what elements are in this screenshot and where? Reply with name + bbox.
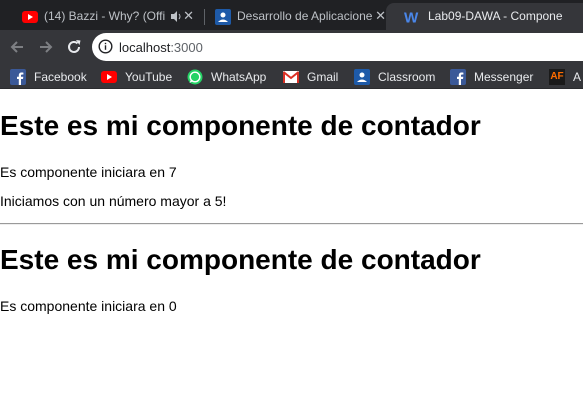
counter-start-text: Es componente iniciara en 7 xyxy=(0,164,177,180)
counter-start-text: Es componente iniciara en 0 xyxy=(0,298,177,314)
bookmark-youtube[interactable]: YouTube xyxy=(101,68,172,85)
tab-youtube[interactable]: (14) Bazzi - Why? (Offi ✕ xyxy=(0,3,203,30)
back-arrow-icon[interactable] xyxy=(7,37,27,57)
bookmark-classroom[interactable]: Classroom xyxy=(354,68,435,85)
forward-arrow-icon[interactable] xyxy=(36,37,56,57)
youtube-icon xyxy=(22,9,38,25)
facebook-icon xyxy=(450,68,466,85)
url-port: :3000 xyxy=(170,40,203,55)
bookmark-label: WhatsApp xyxy=(211,69,267,84)
bookmark-facebook[interactable]: Facebook xyxy=(10,68,87,85)
reload-icon[interactable] xyxy=(64,37,84,57)
bookmarks-bar: Facebook YouTube WhatsApp Gmail Classroo… xyxy=(0,64,583,89)
youtube-icon xyxy=(101,69,117,85)
bookmark-label: YouTube xyxy=(125,69,173,84)
speaker-icon[interactable] xyxy=(170,10,183,26)
bookmark-label: Classroom xyxy=(378,69,436,84)
counter-heading: Este es mi componente de contador xyxy=(0,244,481,275)
tab-classroom[interactable]: Desarrollo de Aplicacione ✕ xyxy=(193,3,395,30)
info-icon[interactable] xyxy=(98,39,113,59)
bookmark-gmail[interactable]: Gmail xyxy=(283,68,338,85)
bookmark-label: Messenger xyxy=(474,69,534,84)
counter-extra-text: Iniciamos con un número mayor a 5! xyxy=(0,193,227,209)
whatsapp-icon xyxy=(187,69,203,85)
url-host: localhost xyxy=(119,40,171,55)
toolbar: localhost:3000 xyxy=(0,30,583,64)
tab-title: Lab09-DAWA - Compone xyxy=(428,9,563,23)
tab-title: (14) Bazzi - Why? (Offi xyxy=(44,9,166,23)
tab-lab09[interactable]: W Lab09-DAWA - Compone xyxy=(386,3,583,30)
tab-strip: (14) Bazzi - Why? (Offi ✕ Desarrollo de … xyxy=(0,0,583,30)
close-tab-icon[interactable]: ✕ xyxy=(375,8,386,24)
horizontal-rule xyxy=(0,223,583,225)
af-icon: AF xyxy=(549,68,565,85)
facebook-icon xyxy=(10,68,26,85)
bookmark-messenger[interactable]: Messenger xyxy=(450,68,533,85)
bookmark-label: Facebook xyxy=(34,69,87,84)
bookmark-whatsapp[interactable]: WhatsApp xyxy=(187,68,266,85)
tab-title: Desarrollo de Aplicacione xyxy=(237,9,373,23)
bookmark-af[interactable]: AF A xyxy=(549,68,581,85)
counter-heading: Este es mi componente de contador xyxy=(0,110,481,141)
page-content: Este es mi componente de contador Es com… xyxy=(0,90,583,407)
classroom-icon xyxy=(354,68,370,85)
address-bar[interactable]: localhost:3000 xyxy=(92,33,583,61)
word-icon: W xyxy=(404,9,420,25)
classroom-icon xyxy=(215,9,231,25)
svg-text:W: W xyxy=(404,9,419,25)
bookmark-label: Gmail xyxy=(307,69,339,84)
url-text: localhost:3000 xyxy=(119,40,203,55)
bookmark-label: A xyxy=(573,69,582,84)
gmail-icon xyxy=(283,69,299,85)
